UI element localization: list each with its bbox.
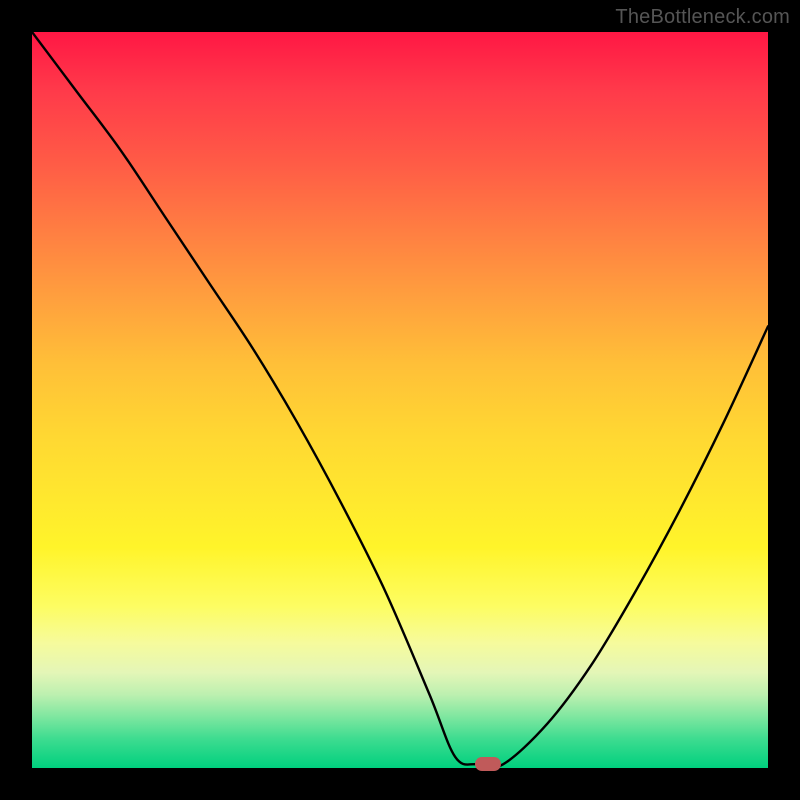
bottleneck-curve — [32, 32, 768, 768]
watermark-text: TheBottleneck.com — [615, 6, 790, 29]
chart-frame: TheBottleneck.com — [0, 0, 800, 800]
optimum-marker — [475, 757, 501, 771]
plot-area — [32, 32, 768, 768]
